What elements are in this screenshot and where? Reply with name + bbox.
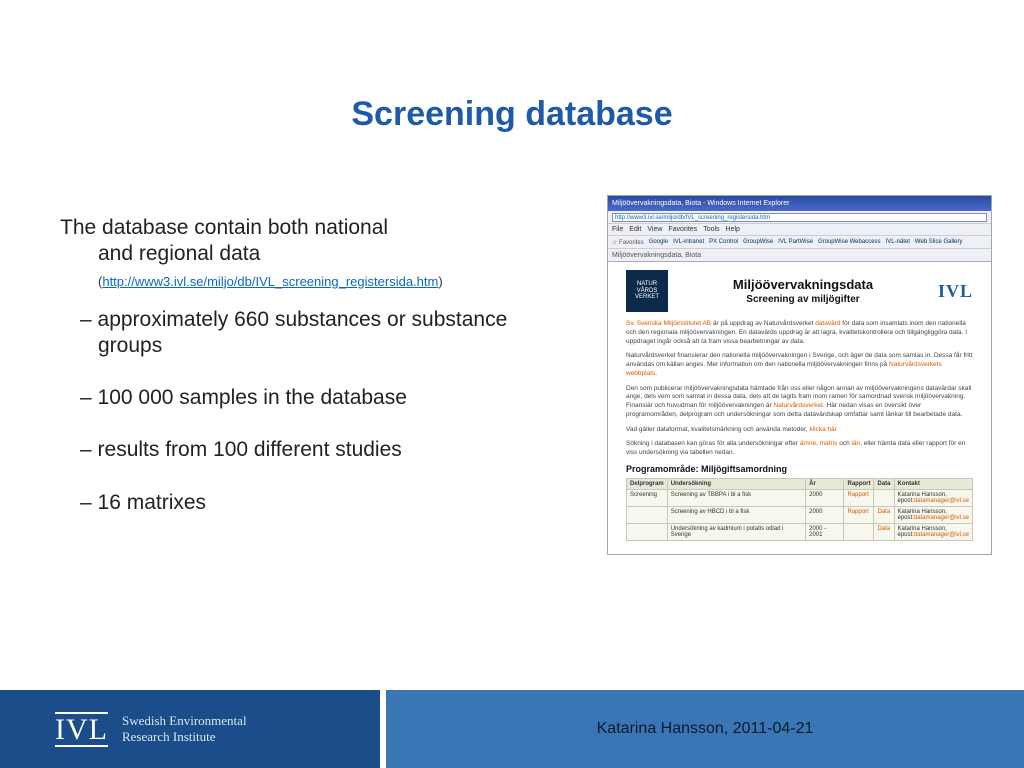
- intro-text: The database contain both national and r…: [60, 215, 540, 268]
- th: Delprogram: [627, 478, 668, 489]
- page-subheading: Programområde: Miljögiftsamordning: [626, 464, 973, 474]
- address-field: http://www3.ivl.se/miljo/db/IVL_screenin…: [612, 213, 987, 222]
- menu-item: Favorites: [668, 226, 697, 233]
- th: Data: [874, 478, 894, 489]
- bullet-item: 100 000 samples in the database: [60, 385, 540, 411]
- menu-item: Tools: [703, 226, 719, 233]
- table-row: Screening Screening av TBBPA i bl a fisk…: [627, 489, 973, 506]
- page-h1: Miljöövervakningsdata: [674, 277, 932, 292]
- data-table: Delprogram Undersökning År Rapport Data …: [626, 478, 973, 541]
- intro-line2: and regional data: [60, 241, 540, 267]
- bullet-list: approximately 660 substances or substanc…: [60, 307, 540, 516]
- window-title-text: Miljöövervakningsdata, Biota - Windows I…: [612, 200, 789, 207]
- page-heading-block: Miljöövervakningsdata Screening av miljö…: [674, 277, 932, 305]
- footer-left: IVL Swedish EnvironmentalResearch Instit…: [0, 690, 380, 768]
- fav-link: Google: [649, 239, 668, 245]
- favorites-bar: ☆ Favorites Google IVL-intranet PX Contr…: [608, 236, 991, 249]
- author-date: Katarina Hansson, 2011-04-21: [597, 720, 814, 738]
- page-para: Den som publicerar miljöövervakningsdata…: [626, 385, 973, 420]
- menu-item: Edit: [629, 226, 641, 233]
- page-para: Sökning i databasen kan göras för alla u…: [626, 440, 973, 458]
- slide: Screening database The database contain …: [0, 0, 1024, 768]
- org-name: Swedish EnvironmentalResearch Institute: [122, 713, 247, 746]
- naturvardsverket-badge-icon: NATUR VÅRDS VERKET: [626, 270, 668, 312]
- table-header-row: Delprogram Undersökning År Rapport Data …: [627, 478, 973, 489]
- window-titlebar: Miljöövervakningsdata, Biota - Windows I…: [608, 196, 991, 211]
- bullet-item: approximately 660 substances or substanc…: [60, 307, 540, 360]
- bullet-item: results from 100 different studies: [60, 437, 540, 463]
- ivl-logo-icon: IVL: [55, 712, 108, 747]
- menu-bar: File Edit View Favorites Tools Help: [608, 224, 991, 236]
- table-row: Undersökning av kadmium i potatis odlad …: [627, 523, 973, 540]
- menu-item: Help: [726, 226, 740, 233]
- slide-title: Screening database: [0, 95, 1024, 134]
- page-content: NATUR VÅRDS VERKET Miljöövervakningsdata…: [608, 262, 991, 549]
- menu-item: View: [647, 226, 662, 233]
- address-bar: http://www3.ivl.se/miljo/db/IVL_screenin…: [608, 211, 991, 224]
- fav-link: PX Control: [709, 239, 738, 245]
- ivl-logo-text: IVL: [55, 712, 108, 747]
- table-row: Screening av HBCD i bl a fisk 2000 Rappo…: [627, 506, 973, 523]
- page-para: Sv. Svenska Miljöinstitutet AB är på upp…: [626, 320, 973, 346]
- fav-link: GroupWise Webaccess: [818, 239, 881, 245]
- intro-line1: The database contain both national: [60, 216, 388, 239]
- intro-url-line: (http://www3.ivl.se/miljo/db/IVL_screeni…: [60, 274, 540, 289]
- th: Undersökning: [667, 478, 805, 489]
- bullet-item: 16 matrixes: [60, 490, 540, 516]
- fav-link: IVL-intranet: [673, 239, 704, 245]
- fav-label: ☆ Favorites: [612, 239, 644, 246]
- fav-link: GroupWise: [743, 239, 773, 245]
- page-h2: Screening av miljögifter: [674, 294, 932, 305]
- database-url-link[interactable]: http://www3.ivl.se/miljo/db/IVL_screenin…: [102, 274, 438, 289]
- content-left: The database contain both national and r…: [60, 215, 540, 542]
- th: Rapport: [844, 478, 874, 489]
- menu-item: File: [612, 226, 623, 233]
- browser-screenshot: Miljöövervakningsdata, Biota - Windows I…: [607, 195, 992, 555]
- page-para: Naturvårdsverket finansierar den natione…: [626, 352, 973, 378]
- ivl-mini-logo: IVL: [938, 281, 973, 302]
- paren-close: ): [438, 274, 442, 289]
- th: År: [806, 478, 844, 489]
- fav-link: IVL-nätet: [886, 239, 910, 245]
- browser-tab: Miljöövervakningsdata, Biota: [608, 249, 991, 262]
- footer-right: Katarina Hansson, 2011-04-21: [386, 690, 1024, 768]
- fav-link: IVL PartWise: [778, 239, 813, 245]
- fav-link: Web Slice Gallery: [915, 239, 963, 245]
- page-header: NATUR VÅRDS VERKET Miljöövervakningsdata…: [626, 270, 973, 312]
- slide-footer: IVL Swedish EnvironmentalResearch Instit…: [0, 690, 1024, 768]
- page-para: Vad gäller dataformat, kvalitetsmärkning…: [626, 426, 973, 435]
- th: Kontakt: [894, 478, 973, 489]
